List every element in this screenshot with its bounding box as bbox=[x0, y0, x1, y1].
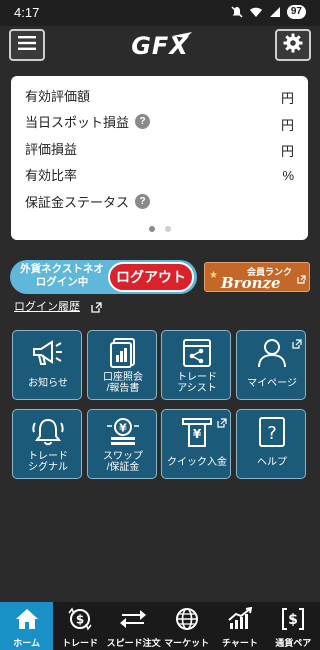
summary-unit: 円 bbox=[280, 144, 294, 159]
tile-label: お知らせ bbox=[28, 378, 68, 389]
star-icon: ★ bbox=[209, 270, 218, 281]
summary-label: 有効比率 bbox=[25, 168, 78, 184]
tile-trade-assist[interactable]: トレード アシスト bbox=[161, 330, 231, 400]
home-icon bbox=[0, 607, 53, 631]
tile-label: ヘルプ bbox=[257, 457, 287, 468]
account-summary-card[interactable]: 有効評価額 円 当日スポット損益? 円 評価損益 円 有効比率 % 保証金ステー… bbox=[11, 76, 308, 240]
nav-label: ホーム bbox=[13, 638, 41, 648]
gfx-logo: GFX bbox=[118, 30, 202, 60]
settings-button[interactable] bbox=[275, 29, 311, 61]
document-icon bbox=[88, 335, 158, 371]
tile-label: クイック入金 bbox=[167, 457, 227, 468]
menu-button[interactable] bbox=[9, 29, 45, 61]
tile-notices[interactable]: お知らせ bbox=[12, 330, 82, 400]
login-status-line1: 外貨ネクストネオ bbox=[20, 263, 104, 275]
login-status-text: 外貨ネクストネオ ログイン中 bbox=[18, 263, 106, 289]
nav-trade[interactable]: $ トレード bbox=[53, 602, 106, 650]
svg-text:$: $ bbox=[288, 612, 298, 628]
tile-label: マイページ bbox=[247, 378, 297, 389]
help-icon[interactable]: ? bbox=[135, 193, 151, 209]
summary-label: 当日スポット損益 bbox=[25, 115, 130, 131]
page-dot-active[interactable] bbox=[148, 226, 155, 232]
tile-label: トレード シグナル bbox=[28, 451, 68, 473]
nav-chart[interactable]: チャート bbox=[213, 602, 266, 650]
trade-icon: $ bbox=[53, 607, 106, 631]
signal-icon bbox=[269, 6, 281, 18]
tile-quick-deposit[interactable]: ¥ クイック入金 bbox=[161, 409, 231, 479]
summary-row-unrealized-pl: 評価損益 円 bbox=[25, 135, 294, 162]
person-icon bbox=[237, 335, 307, 371]
tile-help[interactable]: ? ヘルプ bbox=[236, 409, 306, 479]
tile-swap-margin[interactable]: ¥ スワップ/保証金 bbox=[87, 409, 157, 479]
summary-row-spot-pl: 当日スポット損益? 円 bbox=[25, 109, 294, 136]
summary-label: 評価損益 bbox=[25, 141, 78, 157]
summary-row-margin-status: 保証金ステータス? bbox=[25, 188, 294, 215]
svg-text:¥: ¥ bbox=[119, 422, 127, 435]
help-icon[interactable]: ? bbox=[135, 114, 151, 130]
login-history-link[interactable]: ログイン履歴 bbox=[14, 298, 80, 314]
summary-label: 保証金ステータス bbox=[25, 194, 130, 210]
login-status-line2: ログイン中 bbox=[35, 276, 89, 288]
chart-icon bbox=[213, 607, 266, 631]
tile-trade-signal[interactable]: トレード シグナル bbox=[12, 409, 82, 479]
nav-label: マーケット bbox=[164, 638, 210, 648]
globe-icon bbox=[160, 607, 213, 631]
page-dot[interactable] bbox=[164, 226, 171, 232]
summary-row-effective-value: 有効評価額 円 bbox=[25, 82, 294, 109]
nav-label: 通貨ペア bbox=[275, 638, 312, 648]
speed-order-icon bbox=[107, 607, 160, 631]
mute-icon bbox=[231, 6, 243, 18]
nav-speed-order[interactable]: スピード注文 bbox=[106, 602, 161, 650]
nav-label: スピード注文 bbox=[106, 638, 161, 648]
rank-value: Bronze bbox=[221, 274, 281, 292]
summary-label: 有効評価額 bbox=[25, 88, 91, 104]
yen-deposit-icon: ¥ bbox=[162, 414, 232, 450]
tile-label: 口座照会/報告書 bbox=[103, 372, 143, 394]
nav-home[interactable]: ホーム bbox=[0, 602, 54, 650]
help-glyph: ? bbox=[267, 423, 277, 444]
megaphone-icon bbox=[13, 335, 83, 371]
hamburger-icon bbox=[18, 35, 36, 55]
nav-market[interactable]: マーケット bbox=[160, 602, 213, 650]
tile-label: トレード アシスト bbox=[177, 372, 217, 394]
login-status-pill: 外貨ネクストネオ ログイン中 ログアウト bbox=[10, 260, 197, 294]
nav-label: チャート bbox=[222, 638, 258, 648]
tile-account-report[interactable]: 口座照会/報告書 bbox=[87, 330, 157, 400]
tile-label: スワップ/保証金 bbox=[103, 451, 143, 473]
gear-icon bbox=[283, 33, 303, 57]
summary-unit: 円 bbox=[280, 91, 294, 106]
summary-unit: % bbox=[282, 167, 294, 183]
wifi-icon bbox=[249, 6, 263, 18]
bottom-navigation: ホーム $ トレード スピード注文 マーケット チャート $ 通貨ペア bbox=[0, 602, 320, 650]
status-bar: 4:17 97 bbox=[0, 0, 320, 26]
svg-text:¥: ¥ bbox=[193, 427, 202, 441]
nav-label: トレード bbox=[61, 638, 98, 648]
currency-pair-icon: $ bbox=[267, 607, 320, 631]
external-link-icon bbox=[297, 269, 306, 288]
status-time: 4:17 bbox=[14, 5, 40, 20]
external-link-icon bbox=[91, 298, 102, 317]
share-icon bbox=[162, 335, 232, 371]
tile-my-page[interactable]: マイページ bbox=[236, 330, 306, 400]
battery-indicator: 97 bbox=[286, 5, 306, 19]
summary-row-effective-ratio: 有効比率 % bbox=[25, 162, 294, 189]
app-header: GFX bbox=[0, 26, 320, 66]
nav-currency-pair[interactable]: $ 通貨ペア bbox=[267, 602, 320, 650]
summary-unit: 円 bbox=[280, 117, 294, 133]
logout-button[interactable]: ログアウト bbox=[108, 262, 194, 292]
page-indicator bbox=[11, 226, 308, 232]
bell-icon bbox=[13, 414, 83, 450]
member-rank-button[interactable]: ★ 会員ランク Bronze bbox=[204, 262, 310, 292]
help-icon: ? bbox=[237, 414, 307, 450]
coins-icon: ¥ bbox=[88, 414, 158, 450]
svg-text:$: $ bbox=[76, 613, 84, 627]
